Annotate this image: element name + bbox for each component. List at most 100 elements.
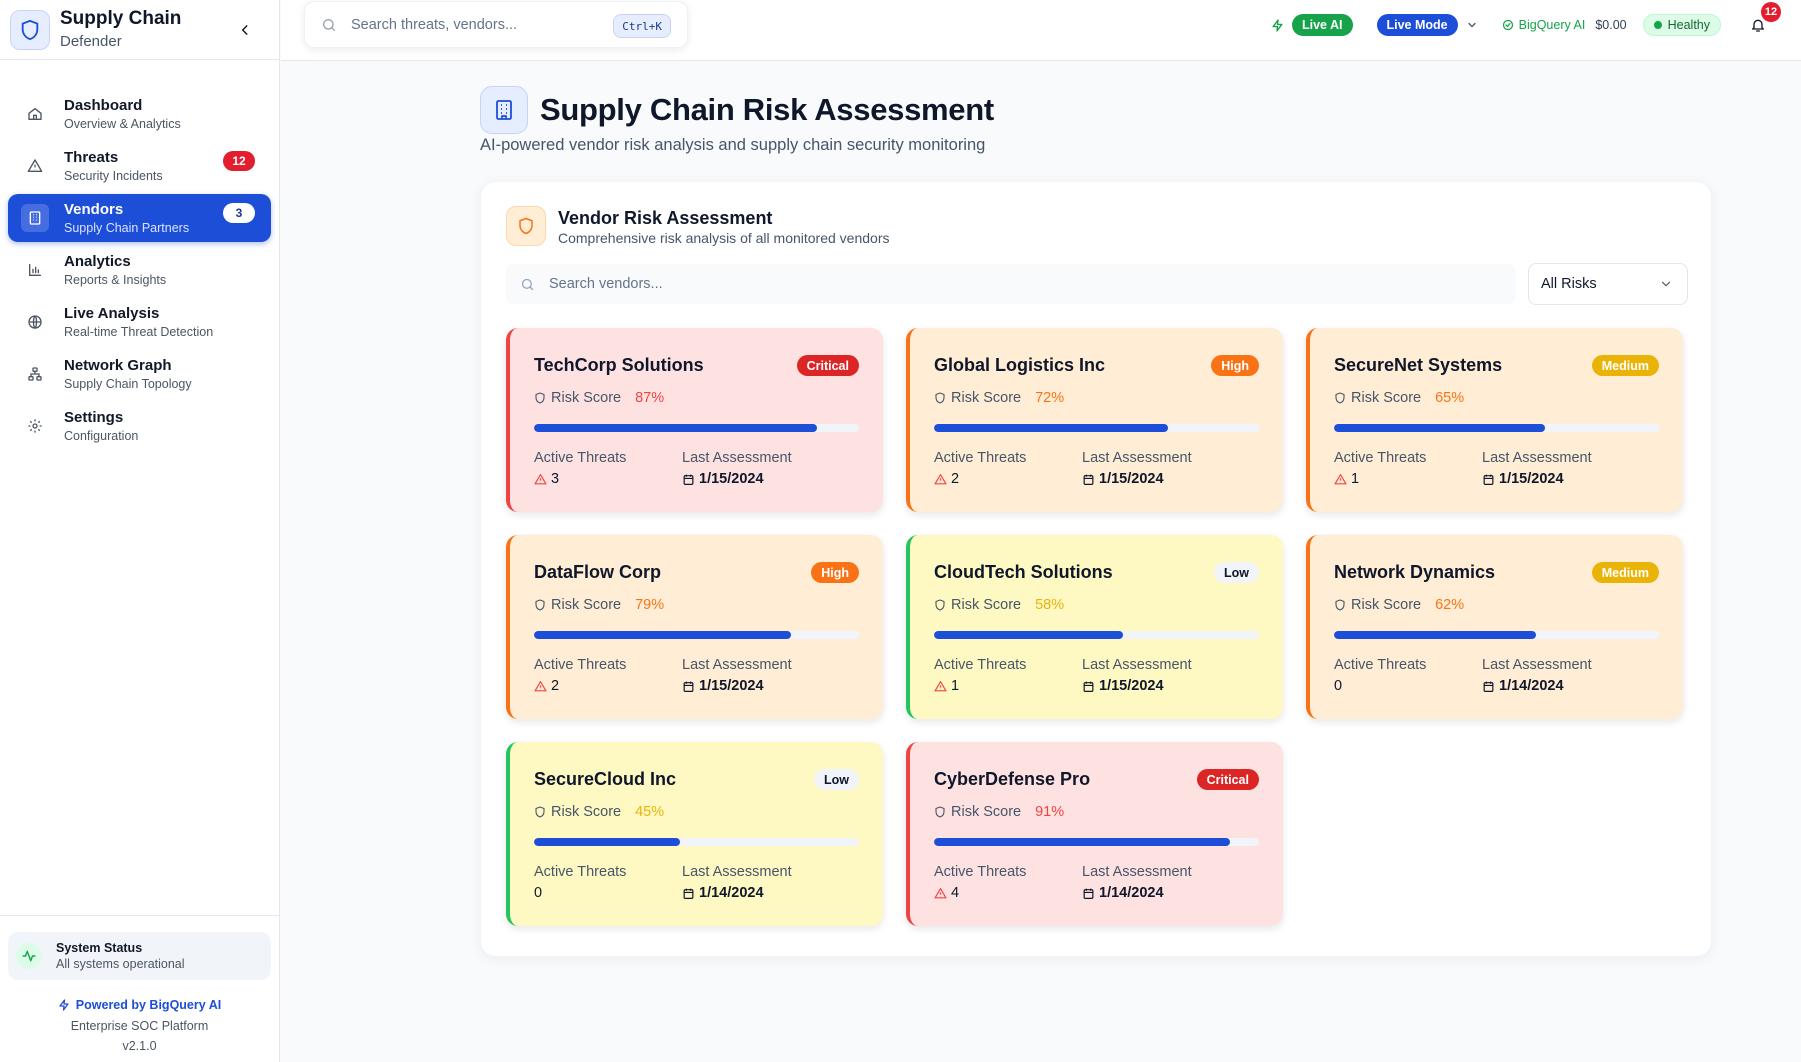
risk-score-bar [534,631,859,639]
vendor-card[interactable]: SecureNet Systems Medium Risk Score 65% Acti… [1306,328,1683,512]
active-threats: Active Threats 0 [1334,656,1426,695]
risk-score-value: 65% [1435,390,1465,406]
sidebar-item-analytics[interactable]: Analytics Reports & Insights [8,246,271,294]
last-assessment: Last Assessment 1/15/2024 [1482,449,1592,488]
system-status-text: All systems operational [56,956,185,971]
risk-filter-select[interactable]: All Risks [1528,263,1688,305]
vendor-name: SecureNet Systems [1334,355,1503,375]
last-assessment-value-row: 1/14/2024 [1082,884,1192,902]
chevron-down-icon[interactable] [1466,19,1478,31]
shield-icon [1335,392,1345,404]
vendor-card[interactable]: Global Logistics Inc High Risk Score 72% Act… [906,328,1283,512]
risk-score-label: Risk Score [951,390,1022,406]
shield-icon [1335,599,1345,611]
last-assessment-value-row: 1/14/2024 [1482,677,1592,695]
active-threats-label: Active Threats [534,450,627,466]
sidebar-item-label: Live Analysis [64,304,160,322]
global-search-input[interactable]: Search threats, vendors... Ctrl+K [304,1,688,48]
risk-score-bar [934,424,1259,432]
last-assessment-label: Last Assessment [1482,450,1592,466]
risk-level-badge: Critical [1196,769,1259,790]
sidebar-item-label: Threats [64,148,119,166]
calendar-icon [683,474,694,485]
last-assessment-date: 1/14/2024 [1499,678,1564,694]
vendor-card[interactable]: TechCorp Solutions Critical Risk Score 87% A… [506,328,883,512]
vendor-name: SecureCloud Inc [534,769,677,789]
active-threats: Active Threats 0 [534,863,626,902]
risk-score-bar [1334,631,1659,639]
risk-score-row: Risk Score 45% [534,804,664,820]
count-badge: 3 [223,203,255,223]
active-threats-value: 1 [1351,471,1360,487]
risk-score-label: Risk Score [1351,597,1422,613]
brand-subtitle: Defender [60,32,122,50]
calendar-icon [683,888,694,899]
sidebar-nav: Dashboard Overview & Analytics Threats Secu… [0,60,279,450]
home-icon [24,103,46,125]
live-mode-toggle[interactable]: Live Mode [1376,14,1458,36]
last-assessment-value-row: 1/14/2024 [682,884,792,902]
last-assessment-label: Last Assessment [682,450,792,466]
sidebar-item-settings[interactable]: Settings Configuration [8,402,271,450]
last-assessment-label: Last Assessment [682,864,792,880]
vendor-card[interactable]: CloudTech Solutions Low Risk Score 58% Activ… [906,535,1283,719]
network-icon [24,363,46,385]
vendor-name: CloudTech Solutions [934,562,1113,582]
vendor-card[interactable]: SecureCloud Inc Low Risk Score 45% Active Th… [506,742,883,926]
keyboard-shortcut-hint: Ctrl+K [613,14,671,38]
vendor-search-input[interactable]: Search vendors... [506,264,1516,304]
active-threats: Active Threats 1 [934,656,1026,695]
last-assessment-value-row: 1/15/2024 [1482,470,1592,488]
notifications-button[interactable]: 12 [1745,2,1781,38]
panel-subtitle: Comprehensive risk analysis of all monit… [558,230,890,246]
chevron-down-icon [1661,281,1671,287]
last-assessment-value-row: 1/15/2024 [682,470,792,488]
sidebar-item-vendors[interactable]: Vendors Supply Chain Partners 3 [8,194,271,242]
alert-triangle-icon [24,155,46,177]
chevron-left-icon [241,25,248,35]
vendor-search-placeholder: Search vendors... [549,276,663,292]
active-threats: Active Threats 3 [534,449,626,488]
active-threats-value-row: 2 [934,470,1026,488]
sidebar-item-threats[interactable]: Threats Security Incidents 12 [8,142,271,190]
last-assessment-label: Last Assessment [1082,450,1192,466]
check-circle-icon [1502,19,1513,31]
page-title: Supply Chain Risk Assessment [540,92,994,127]
vendor-card[interactable]: Network Dynamics Medium Risk Score 62% Activ… [1306,535,1683,719]
gear-icon [24,415,46,437]
risk-score-label: Risk Score [951,597,1022,613]
active-threats-value-row: 4 [934,884,1026,902]
risk-score-row: Risk Score 65% [1334,390,1464,406]
risk-score-value: 58% [1035,597,1065,613]
vendor-name: CyberDefense Pro [934,769,1091,789]
bar-chart-icon [24,259,46,281]
alert-triangle-icon [534,680,547,691]
active-threats-label: Active Threats [934,864,1027,880]
bigquery-cost: $0.00 [1595,18,1627,32]
brand-header: Supply Chain Defender [0,0,279,60]
collapse-sidebar-button[interactable] [235,20,255,40]
active-threats-value: 1 [951,678,960,694]
risk-score-value: 79% [635,597,665,613]
last-assessment-date: 1/14/2024 [1099,885,1164,901]
system-status-title: System Status [56,940,143,955]
vendor-card[interactable]: DataFlow Corp High Risk Score 79% Active Thr… [506,535,883,719]
risk-score-value: 62% [1435,597,1465,613]
sidebar-item-description: Reports & Insights [64,272,167,287]
calendar-icon [1083,681,1094,692]
sidebar-item-network-graph[interactable]: Network Graph Supply Chain Topology [8,350,271,398]
search-icon [521,278,534,290]
powered-by-label: Powered by BigQuery AI [75,998,222,1012]
risk-score-bar [934,838,1259,846]
active-threats-value-row: 1 [1334,470,1426,488]
sidebar-item-label: Vendors [64,200,124,218]
vendor-card[interactable]: CyberDefense Pro Critical Risk Score 91% Act… [906,742,1283,926]
count-badge: 12 [223,151,255,171]
sidebar-item-dashboard[interactable]: Dashboard Overview & Analytics [8,90,271,138]
sidebar-item-description: Supply Chain Partners [64,220,190,235]
vendor-name: Network Dynamics [1334,562,1496,582]
alert-triangle-icon [934,680,947,691]
activity-icon [16,943,42,969]
sidebar-item-live-analysis[interactable]: Live Analysis Real-time Threat Detection [8,298,271,346]
sidebar-item-description: Configuration [64,428,139,443]
